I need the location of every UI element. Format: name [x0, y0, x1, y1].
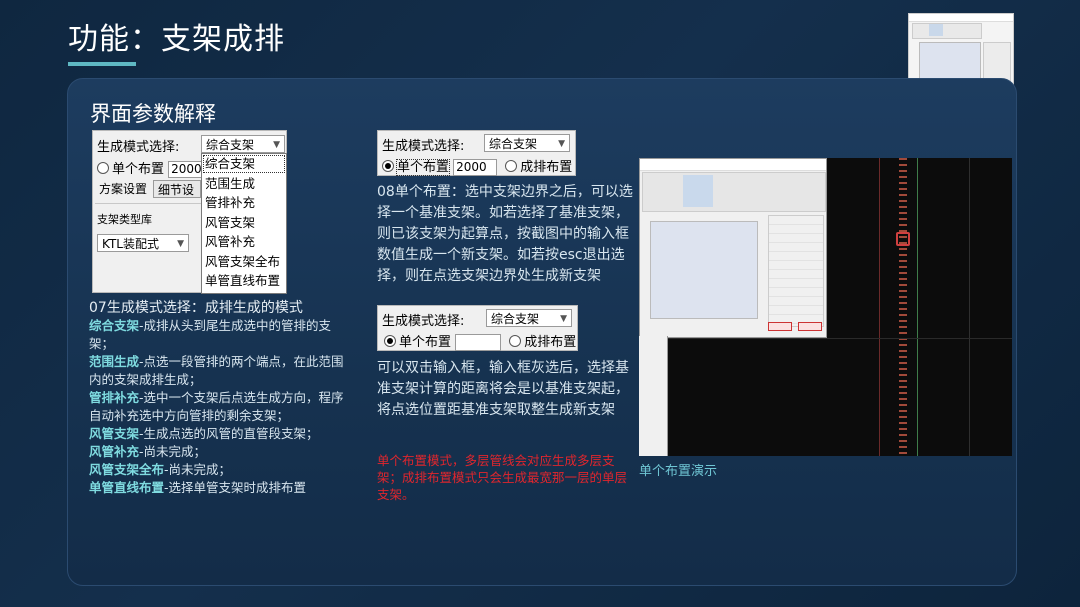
mode-select-value: 综合支架: [489, 137, 538, 151]
single-place-radio[interactable]: [384, 335, 396, 347]
mode-desc: -尚未完成；: [139, 444, 207, 459]
mode-desc-item: 范围生成-点选一段管排的两个端点，在此范围内的支架成排生成；: [89, 353, 347, 389]
cad-params-table: [768, 215, 824, 327]
cad-preview: [650, 221, 758, 319]
mode-dialog-blank: 生成模式选择: 综合支架 ▼ 单个布置 成排布置: [377, 305, 578, 351]
single-place-label: 单个布置: [395, 159, 451, 176]
single-place-input[interactable]: [455, 334, 502, 351]
cad-button: [768, 322, 792, 331]
mode-term: 综合支架: [89, 318, 140, 333]
section-title: 界面参数解释: [90, 102, 216, 126]
mode-select-value: 综合支架: [206, 138, 255, 152]
mode-term: 风管补充: [89, 444, 140, 459]
mode-term: 管排补充: [89, 390, 140, 405]
mode-desc: -生成点选的风管的直管段支架；: [139, 426, 319, 441]
demo-caption: 单个布置演示: [639, 464, 718, 479]
mode-term: 风管支架全布: [89, 462, 165, 477]
row-place-radio[interactable]: [505, 160, 518, 172]
mode-select[interactable]: 综合支架 ▼: [486, 309, 572, 327]
mode-select-value: 综合支架: [491, 312, 540, 326]
cad-marker: [896, 232, 910, 246]
mode-dialog-single: 生成模式选择: 综合支架 ▼ 单个布置 2000 成排布置: [377, 130, 576, 176]
plan-settings-button[interactable]: 方案设置: [95, 180, 151, 198]
title-underline: [68, 62, 136, 66]
dropdown-option[interactable]: 风管支架: [202, 213, 286, 233]
type-lib-label: 支架类型库: [97, 213, 152, 226]
cad-titlebar: [640, 159, 826, 171]
cad-sidebar: [639, 336, 668, 456]
mode-desc-item: 风管支架全布-尚未完成；: [89, 461, 347, 479]
type-lib-select[interactable]: KTL装配式 ▼: [97, 234, 189, 252]
detail-settings-button[interactable]: 细节设置: [153, 180, 201, 198]
dropdown-option[interactable]: 管排补充: [202, 193, 286, 213]
mode-term: 单管直线布置: [89, 480, 165, 495]
mode-desc-item: 单管直线布置-选择单管支架时成排布置: [89, 479, 347, 497]
single-place-radio[interactable]: [97, 162, 109, 174]
mode-desc-item: 综合支架-成排从头到尾生成选中的管排的支架；: [89, 317, 347, 353]
cad-button: [798, 322, 822, 331]
mode-desc-item: 风管支架-生成点选的风管的直管段支架；: [89, 425, 347, 443]
single-place-input[interactable]: 2000: [168, 161, 203, 178]
dropdown-option[interactable]: 风管支架全布: [202, 252, 286, 272]
mode-dropdown-list: 综合支架 范围生成 管排补充 风管支架 风管补充 风管支架全布 单管直线布置: [201, 153, 287, 294]
warning-note: 单个布置模式，多层管线会对应生成多层支架；成排布置模式只会生成最宽那一层的单层支…: [377, 453, 628, 502]
row-place-radio[interactable]: [509, 335, 522, 347]
divider: [95, 203, 201, 204]
explanation-07: 07生成模式选择：成排生成的模式 综合支架-成排从头到尾生成选中的管排的支架； …: [89, 299, 347, 497]
single-place-label: 单个布置: [399, 335, 452, 350]
mode-label: 生成模式选择:: [382, 139, 465, 154]
mode-term: 范围生成: [89, 354, 140, 369]
cad-grid-line: [639, 338, 1012, 339]
chevron-down-icon: ▼: [177, 239, 184, 249]
row-place-label: 成排布置: [520, 160, 573, 175]
explanation-08: 08单个布置：选中支架边界之后，可以选择一个基准支架。如若选择了基准支架，则已该…: [377, 184, 633, 284]
mode-desc-item: 管排补充-选中一个支架后点选生成方向，程序自动补充选中方向管排的剩余支架；: [89, 389, 347, 425]
placement-row: 单个布置 成排布置: [384, 331, 576, 351]
mode-desc: -尚未完成；: [164, 462, 232, 477]
mode-select[interactable]: 综合支架 ▼: [201, 135, 285, 153]
cad-grid-line: [899, 158, 907, 456]
explanation-07-heading: 07生成模式选择：成排生成的模式: [89, 300, 303, 316]
cad-window: [639, 158, 827, 338]
single-place-row: 单个布置 2000: [97, 158, 203, 178]
mode-term: 风管支架: [89, 426, 140, 441]
mode-label: 生成模式选择:: [97, 140, 180, 155]
chevron-down-icon: ▼: [560, 314, 567, 324]
mode-select[interactable]: 综合支架 ▼: [484, 134, 570, 152]
ribbon-selected-tool: [683, 175, 713, 207]
dropdown-option[interactable]: 单管直线布置: [202, 271, 286, 291]
type-lib-value: KTL装配式: [102, 237, 159, 251]
mode-desc-item: 风管补充-尚未完成；: [89, 443, 347, 461]
dropdown-option[interactable]: 综合支架: [202, 154, 286, 174]
dropdown-option[interactable]: 风管补充: [202, 232, 286, 252]
placement-row: 单个布置 2000 成排布置: [382, 156, 572, 176]
cad-grid-line: [879, 158, 880, 456]
dropdown-option[interactable]: 范围生成: [202, 174, 286, 194]
cad-grid-line: [969, 158, 970, 456]
cad-grid-line: [917, 158, 918, 456]
single-place-label: 单个布置: [112, 162, 165, 177]
chevron-down-icon: ▼: [558, 139, 565, 149]
slide-title: 功能：支架成排: [68, 22, 285, 57]
single-place-radio[interactable]: [382, 160, 394, 172]
demo-screenshot: [639, 158, 1012, 456]
mode-label: 生成模式选择:: [382, 314, 465, 329]
explanation-double-click: 可以双击输入框，输入框灰选后，选择基准支架计算的距离将会是以基准支架起，将点选位…: [377, 360, 629, 418]
row-place-label: 成排布置: [524, 335, 577, 350]
cad-ribbon: [642, 172, 826, 212]
mode-desc: -选择单管支架时成排布置: [164, 480, 307, 495]
single-place-input[interactable]: 2000: [453, 159, 498, 176]
chevron-down-icon: ▼: [273, 140, 280, 150]
